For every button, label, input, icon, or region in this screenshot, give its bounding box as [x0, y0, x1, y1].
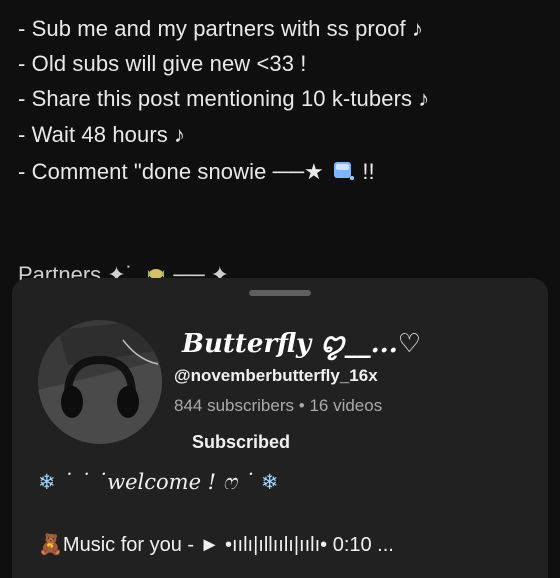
rule-line-2: - Old subs will give new <33 ! — [18, 51, 307, 76]
channel-stats: 844 subscribers • 16 videos — [174, 396, 382, 416]
rule-line-3: - Share this post mentioning 10 k-tubers… — [18, 86, 430, 111]
rule-line-1: - Sub me and my partners with ss proof ♪ — [18, 16, 424, 41]
rule-line-4: - Wait 48 hours ♪ — [18, 122, 186, 147]
rule-line-5-text: - Comment "done snowie ──★ — [18, 158, 324, 184]
channel-name: Butterfly ꨄ︎__...♡ — [182, 329, 422, 359]
sheet-drag-handle[interactable] — [249, 290, 311, 296]
music-text: Music for you - ► •ıılı|ıllıılı|ıılı• 0:… — [62, 534, 394, 556]
rule-line-5-end: !! — [362, 158, 375, 184]
ice-cube-icon — [330, 158, 356, 188]
subscribed-button[interactable]: Subscribed — [192, 432, 290, 453]
channel-description-welcome: ❄ ˙ ˙ ˙welcome ! ෆ ˙ ❄ — [38, 470, 279, 495]
channel-handle[interactable]: @novemberbutterfly_16x — [174, 366, 378, 386]
channel-description-music: 🧸Music for you - ► •ıılı|ıllıılı|ıılı• 0… — [38, 532, 394, 557]
teddy-bear-icon: 🧸 — [38, 534, 63, 556]
rule-line-5: - Comment "done snowie ──★ !! — [18, 158, 375, 188]
stats-separator: • — [298, 396, 305, 415]
welcome-text: ˙ ˙ ˙welcome ! ෆ ˙ — [62, 470, 255, 494]
subscriber-count: 844 subscribers — [174, 396, 295, 415]
channel-avatar[interactable] — [38, 320, 162, 444]
snowflake-icon: ❄ — [38, 470, 56, 494]
video-count: 16 videos — [309, 396, 383, 415]
snowflake-icon: ❄ — [260, 470, 279, 494]
